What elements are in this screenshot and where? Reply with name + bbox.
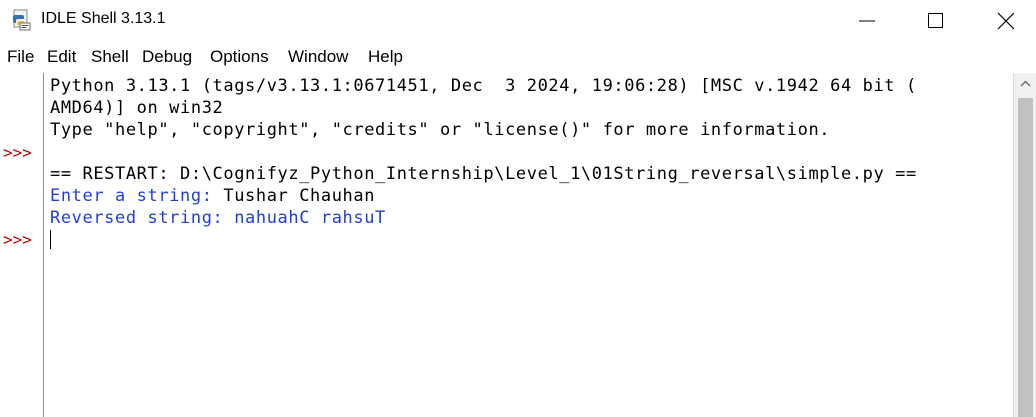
restart-line: == RESTART: D:\Cognifyz_Python_Internshi…: [50, 163, 917, 185]
minimize-icon: [858, 12, 876, 30]
chevron-up-icon: [1014, 73, 1036, 95]
menu-file[interactable]: File: [7, 47, 34, 67]
python-idle-icon: [10, 9, 32, 31]
maximize-button[interactable]: [913, 0, 959, 42]
menu-edit[interactable]: Edit: [47, 47, 76, 67]
close-icon: [997, 12, 1015, 30]
title-bar: IDLE Shell 3.13.1: [0, 0, 1036, 42]
text-cursor: [50, 230, 51, 249]
prompt-gutter: >>> >>>: [0, 73, 43, 417]
stdout-prompt-text: Enter a string:: [50, 186, 223, 206]
stdout-line: Reversed string: nahuahC rahsuT: [50, 207, 386, 229]
user-input-text: Tushar Chauhan: [223, 186, 375, 206]
shell-text-area[interactable]: Python 3.13.1 (tags/v3.13.1:0671451, Dec…: [44, 73, 1011, 417]
window-title: IDLE Shell 3.13.1: [41, 10, 166, 28]
menu-help[interactable]: Help: [368, 47, 403, 67]
menu-bar: File Edit Shell Debug Options Window Hel…: [0, 45, 1036, 71]
scroll-up-button[interactable]: [1014, 73, 1036, 95]
shell-banner-line: Python 3.13.1 (tags/v3.13.1:0671451, Dec…: [50, 75, 917, 97]
menu-debug[interactable]: Debug: [142, 47, 192, 67]
minimize-button[interactable]: [844, 0, 890, 42]
menu-window[interactable]: Window: [288, 47, 348, 67]
menu-shell[interactable]: Shell: [91, 47, 129, 67]
maximize-icon: [927, 12, 945, 30]
vertical-scrollbar[interactable]: [1013, 73, 1036, 417]
menu-options[interactable]: Options: [210, 47, 269, 67]
shell-prompt: >>>: [3, 143, 32, 162]
shell-banner-line: Type "help", "copyright", "credits" or "…: [50, 119, 830, 141]
shell-banner-line: AMD64)] on win32: [50, 97, 223, 119]
close-button[interactable]: [983, 0, 1029, 42]
input-line: Enter a string: Tushar Chauhan: [50, 185, 375, 207]
shell-prompt: >>>: [3, 230, 32, 249]
scroll-thumb[interactable]: [1018, 98, 1033, 417]
